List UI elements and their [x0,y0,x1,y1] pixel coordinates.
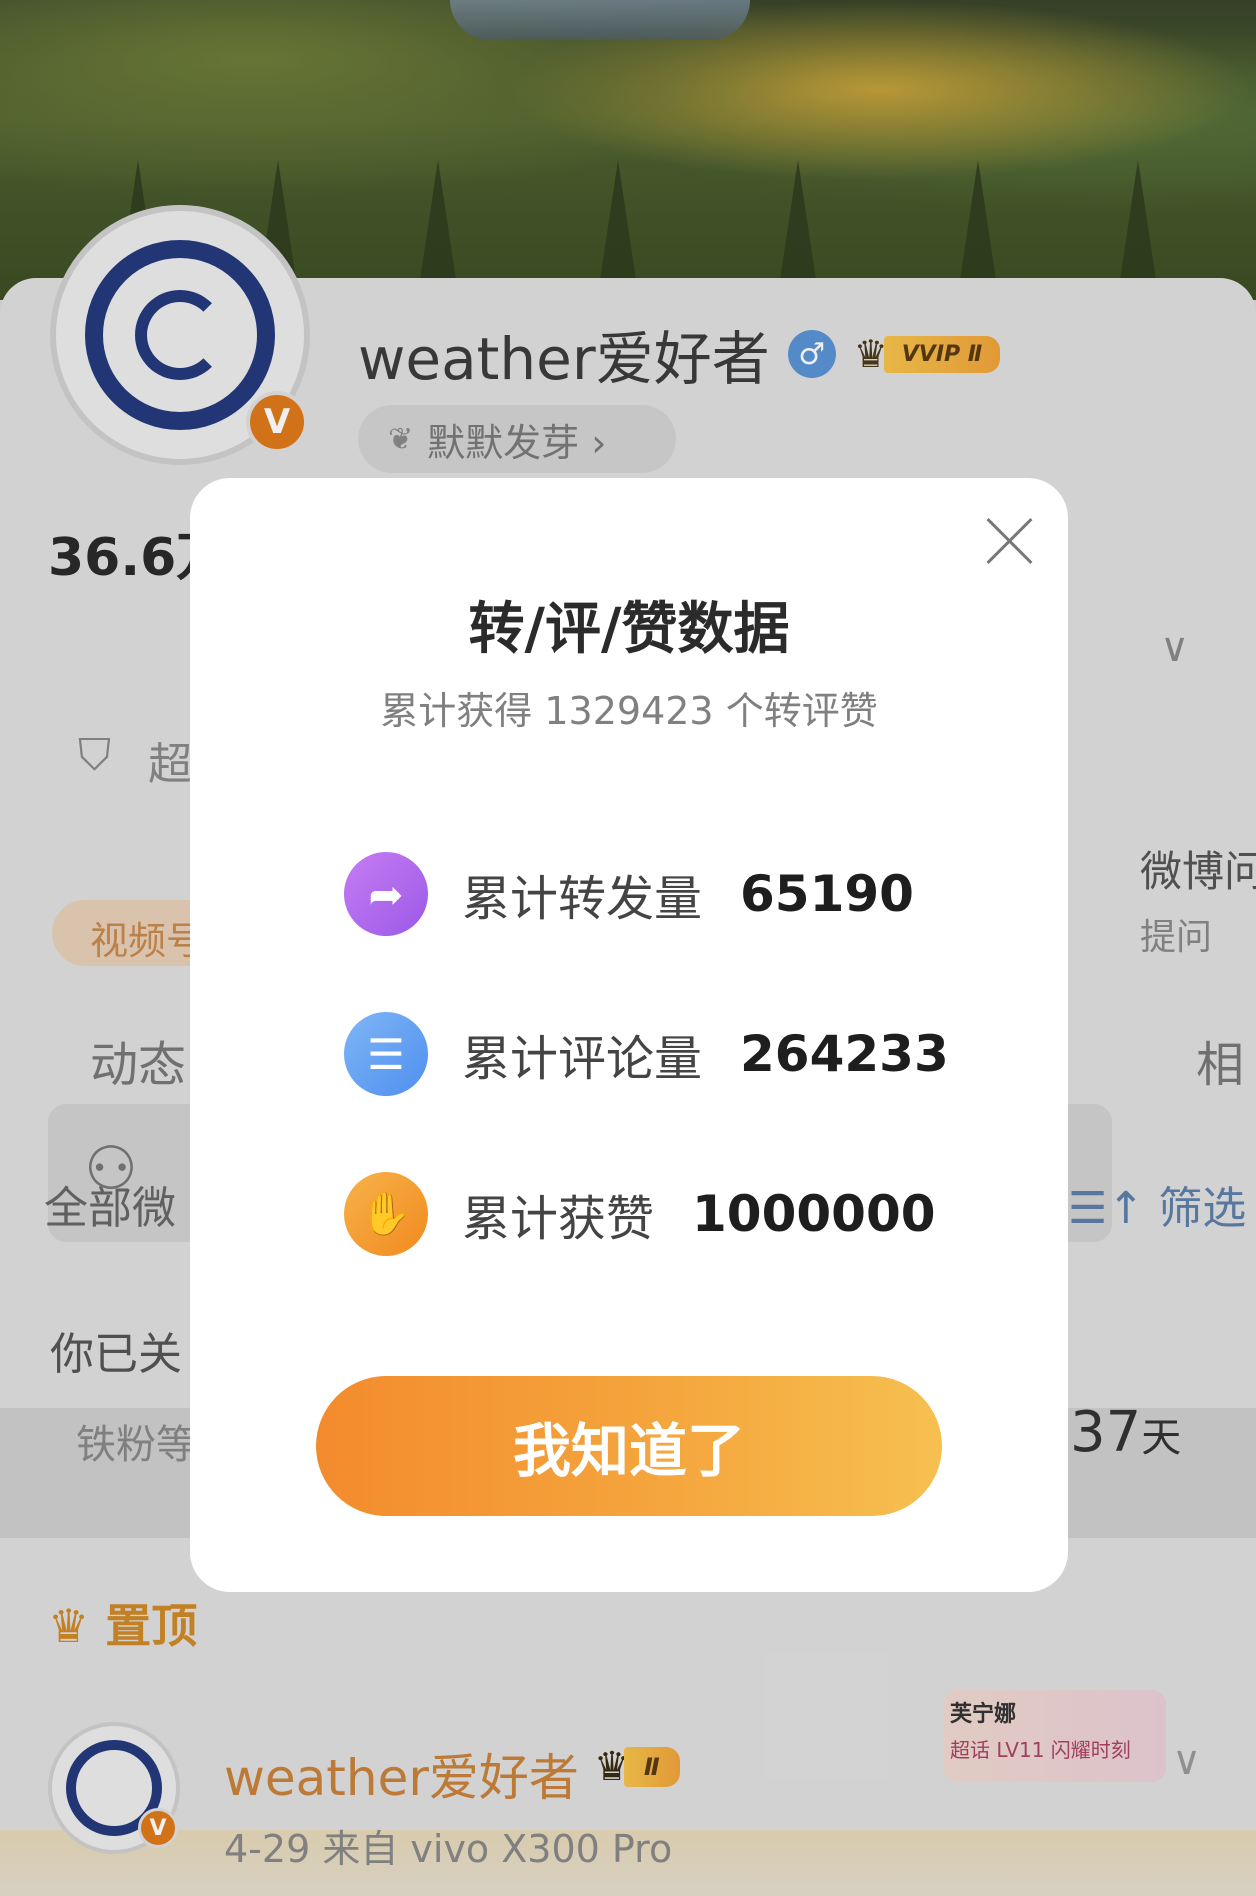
stat-value: 65190 [740,865,914,923]
modal-subtitle: 累计获得 1329423 个转评赞 [380,689,878,733]
stat-label: 累计获赞 [462,1191,655,1247]
stat-label: 累计评论量 [462,1031,703,1087]
modal-title: 转/评/赞数据 [468,597,790,662]
stats-modal: 转/评/赞数据 累计获得 1329423 个转评赞 ➦ 累计转发量 65190 … [190,478,1068,1592]
thumbs-up-icon: ✋ [344,1172,428,1256]
stat-value: 264233 [740,1025,949,1083]
stat-row-like: ✋ 累计获赞 1000000 [344,1172,936,1256]
ok-button[interactable]: 我知道了 [316,1376,942,1516]
stat-value: 1000000 [692,1185,936,1243]
stat-row-comment: ☰ 累计评论量 264233 [344,1012,949,1096]
forward-icon: ➦ [344,852,428,936]
stat-row-forward: ➦ 累计转发量 65190 [344,852,914,936]
close-icon[interactable] [986,516,1034,564]
comment-icon: ☰ [344,1012,428,1096]
stat-label: 累计转发量 [462,871,703,927]
